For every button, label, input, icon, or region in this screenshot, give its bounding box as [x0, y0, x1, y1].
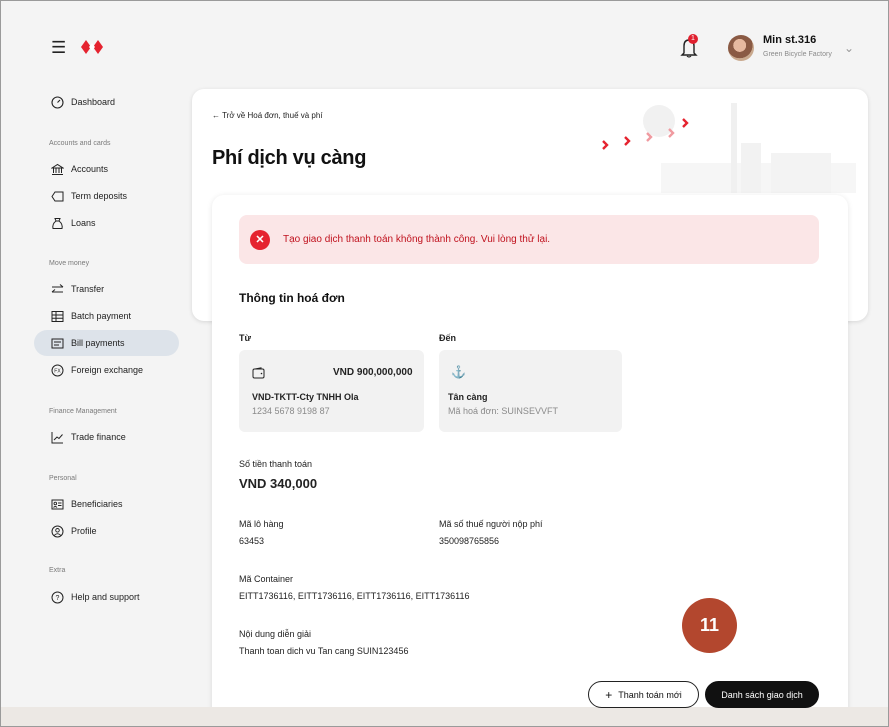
page-title: Phí dịch vụ càng: [212, 147, 367, 169]
svg-text:FX: FX: [54, 368, 61, 374]
sidebar-section-move-money: Move money: [49, 260, 90, 267]
bill-icon: [50, 336, 64, 350]
invoice-code: Mã hoá đơn: SUINSEVVFT: [448, 406, 558, 416]
step-badge: 11: [682, 598, 737, 653]
to-account-card: [439, 350, 622, 432]
from-account-name: VND-TKTT-Cty TNHH Ola: [252, 392, 359, 402]
alert-message: Tạo giao dịch thanh toán không thành côn…: [283, 234, 551, 245]
bottom-strip: [1, 707, 888, 726]
sidebar-item-label: Loans: [71, 218, 96, 228]
from-label: Từ: [239, 333, 252, 343]
sidebar-item-label: Bill payments: [71, 338, 125, 348]
sidebar-section-accounts: Accounts and cards: [49, 140, 111, 147]
sidebar-item-label: Dashboard: [71, 97, 116, 107]
sidebar-item-help-and-support[interactable]: ? Help and support: [34, 584, 179, 610]
help-icon: ?: [50, 590, 64, 604]
close-circle-icon: ✕: [250, 229, 270, 250]
sidebar-item-accounts[interactable]: Accounts: [34, 156, 179, 182]
sidebar-item-label: Transfer: [71, 284, 105, 294]
sidebar-section-personal: Personal: [49, 475, 77, 482]
back-link-label: Trở về Hoá đơn, thuế và phí: [222, 111, 323, 120]
sidebar-item-term-deposits[interactable]: Term deposits: [34, 183, 179, 209]
bank-logo-icon[interactable]: [80, 38, 104, 61]
plus-icon: +: [605, 687, 613, 702]
arrow-left-icon: ←: [212, 111, 220, 120]
to-account-name: Tân càng: [448, 392, 488, 402]
sidebar-item-label: Accounts: [71, 164, 109, 174]
new-payment-label: Thanh toán mới: [618, 689, 682, 700]
bank-icon: [50, 162, 64, 176]
sidebar-item-label: Trade finance: [71, 432, 126, 442]
top-bar: ☰ 1 Min st.316 Green Bicycle Factory ⌄: [1, 1, 888, 91]
transfer-icon: [50, 282, 64, 296]
amount-value: VND 340,000: [239, 476, 318, 491]
app-frame: ☰ 1 Min st.316 Green Bicycle Factory ⌄ D…: [0, 0, 889, 727]
anchor-icon: ⚓: [451, 365, 466, 379]
user-name: Min st.316: [763, 34, 817, 46]
sidebar-item-dashboard[interactable]: Dashboard: [34, 89, 179, 115]
sidebar-item-batch-payment[interactable]: Batch payment: [34, 303, 179, 329]
tag-icon: [50, 189, 64, 203]
user-circle-icon: [50, 524, 64, 538]
sidebar-item-label: Foreign exchange: [71, 365, 144, 375]
from-account-number: 1234 5678 9198 87: [252, 406, 330, 416]
decorative-skyline-icon: [591, 93, 861, 198]
chevron-down-icon[interactable]: ⌄: [844, 41, 854, 55]
sidebar-item-label: Help and support: [71, 592, 140, 602]
id-card-icon: [50, 497, 64, 511]
dashboard-icon: [50, 95, 64, 109]
sidebar-item-bill-payments[interactable]: Bill payments: [34, 330, 179, 356]
hamburger-icon[interactable]: ☰: [51, 39, 66, 56]
from-account-balance: VND 900,000,000: [333, 367, 413, 378]
sidebar-item-beneficiaries[interactable]: Beneficiaries: [34, 491, 179, 517]
money-bag-icon: [50, 216, 64, 230]
wallet-icon: [252, 366, 265, 384]
avatar[interactable]: [728, 35, 754, 61]
transaction-list-button[interactable]: Danh sách giao dịch: [705, 681, 819, 708]
description-value: Thanh toan dich vu Tan cang SUIN123456: [239, 646, 409, 656]
sidebar-section-extra: Extra: [49, 567, 66, 574]
sidebar-item-label: Batch payment: [71, 311, 132, 321]
sidebar-item-label: Profile: [71, 526, 97, 536]
sidebar-item-transfer[interactable]: Transfer: [34, 276, 179, 302]
tax-value: 350098765856: [439, 536, 500, 546]
description-label: Nội dung diễn giải: [239, 629, 312, 639]
sidebar-item-loans[interactable]: Loans: [34, 210, 179, 236]
grid-icon: [50, 309, 64, 323]
sidebar-section-finance-management: Finance Management: [49, 408, 117, 415]
invoice-section-title: Thông tin hoá đơn: [239, 291, 345, 305]
user-org: Green Bicycle Factory: [763, 51, 832, 58]
sidebar-item-label: Term deposits: [71, 191, 128, 201]
lot-value: 63453: [239, 536, 265, 546]
error-alert: ✕ Tạo giao dịch thanh toán không thành c…: [239, 215, 819, 264]
tax-label: Mã số thuế người nộp phí: [439, 519, 543, 529]
notification-badge: 1: [688, 34, 698, 44]
new-payment-button[interactable]: + Thanh toán mới: [588, 681, 699, 708]
container-label: Mã Container: [239, 574, 294, 584]
fx-icon: FX: [50, 363, 64, 377]
svg-text:?: ?: [55, 595, 59, 602]
sidebar-item-trade-finance[interactable]: Trade finance: [34, 424, 179, 450]
sidebar-item-label: Beneficiaries: [71, 499, 123, 509]
sidebar-item-foreign-exchange[interactable]: FX Foreign exchange: [34, 357, 179, 383]
container-value: EITT1736116, EITT1736116, EITT1736116, E…: [239, 591, 470, 601]
from-account-card: [239, 350, 424, 432]
back-link[interactable]: ← Trở về Hoá đơn, thuế và phí: [212, 111, 323, 120]
lot-label: Mã lô hàng: [239, 519, 284, 529]
amount-label: Số tiền thanh toán: [239, 459, 313, 469]
sidebar-item-profile[interactable]: Profile: [34, 518, 179, 544]
chart-line-icon: [50, 430, 64, 444]
to-label: Đến: [439, 333, 457, 343]
